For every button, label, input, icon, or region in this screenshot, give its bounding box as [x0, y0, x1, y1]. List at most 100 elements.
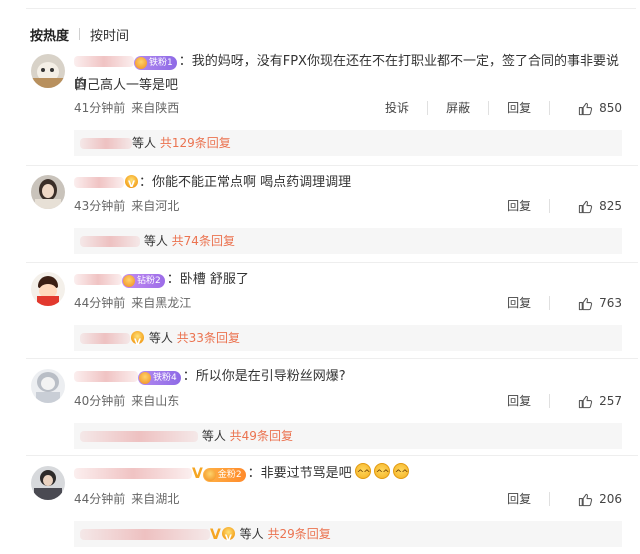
- reply-button[interactable]: 回复: [507, 100, 531, 116]
- comment-text-continued: 自己高人一等是吧: [74, 78, 179, 93]
- verified-v-icon: V: [192, 466, 203, 482]
- vip-icon: [131, 330, 144, 356]
- like-button[interactable]: 206: [578, 491, 622, 507]
- comment-text: ：卧槽 舒服了: [166, 272, 249, 287]
- comment-time: 44分钟前: [74, 492, 126, 506]
- reply-count-link[interactable]: 共49条回复: [230, 429, 293, 443]
- reply-username: [80, 333, 130, 344]
- fan-badge: 铁粉4: [138, 371, 181, 385]
- comment-actions: 回复 763: [489, 295, 622, 311]
- comment-text-line-2: 自己高人一等是吧: [74, 74, 626, 97]
- like-count: 206: [599, 492, 622, 506]
- comment-text-line: V 金粉2 ：非要过节骂是吧: [74, 462, 626, 486]
- reply-button[interactable]: 回复: [507, 393, 531, 409]
- comment-meta: 44分钟前 来自湖北: [74, 491, 185, 507]
- comment-location: 来自山东: [131, 394, 180, 408]
- comment-location: 来自陕西: [131, 101, 180, 115]
- comment-divider: [26, 358, 638, 359]
- reply-button[interactable]: 回复: [507, 491, 531, 507]
- action-separator: [549, 394, 551, 408]
- comment-location: 来自湖北: [131, 492, 180, 506]
- action-separator: [488, 101, 490, 115]
- action-separator: [549, 101, 551, 115]
- comment-text: ：你能不能正常点啊 喝点药调理调理: [139, 175, 352, 190]
- reply-summary[interactable]: 等人 共49条回复: [74, 423, 622, 449]
- action-separator: [549, 492, 551, 506]
- top-divider: [26, 8, 636, 9]
- thumbs-up-icon: [578, 102, 593, 115]
- comment-actions: 回复 206: [489, 491, 622, 507]
- like-button[interactable]: 763: [578, 295, 622, 311]
- avatar[interactable]: [31, 272, 65, 306]
- fan-badge: 钻粉2: [122, 274, 165, 288]
- comment-time: 44分钟前: [74, 296, 126, 310]
- reply-count-link[interactable]: 共129条回复: [160, 136, 231, 150]
- avatar[interactable]: [31, 466, 65, 500]
- comment-meta: 43分钟前 来自河北: [74, 198, 185, 214]
- comment-text: ：所以你是在引导粉丝网爆?: [182, 369, 346, 384]
- smile-emoji-icon: [354, 463, 371, 486]
- reply-summary[interactable]: 等人 共74条回复: [74, 228, 622, 254]
- comment-time: 41分钟前: [74, 101, 126, 115]
- reply-username: [80, 236, 140, 247]
- thumbs-up-icon: [578, 297, 593, 310]
- fan-badge: 铁粉1: [134, 56, 177, 70]
- reply-summary[interactable]: V 等人 共29条回复: [74, 521, 622, 552]
- avatar[interactable]: [31, 175, 65, 209]
- reply-username: [80, 529, 210, 540]
- comment-meta: 44分钟前 来自黑龙江: [74, 295, 197, 311]
- reply-prefix: 等人: [148, 331, 173, 345]
- reply-button[interactable]: 回复: [507, 295, 531, 311]
- like-count: 850: [599, 101, 622, 115]
- comment-location: 来自黑龙江: [131, 296, 192, 310]
- like-count: 825: [599, 199, 622, 213]
- reply-count-link[interactable]: 共29条回复: [268, 527, 331, 541]
- action-separator: [427, 101, 429, 115]
- vip-icon: [221, 526, 235, 552]
- thumbs-up-icon: [578, 200, 593, 213]
- comment-divider: [26, 455, 638, 456]
- thumbs-up-icon: [578, 395, 593, 408]
- sort-separator: [79, 28, 81, 40]
- comment-actions: 回复 257: [489, 393, 622, 409]
- like-count: 763: [599, 296, 622, 310]
- comment-meta: 41分钟前 来自陕西: [74, 100, 185, 116]
- block-button[interactable]: 屏蔽: [446, 100, 470, 116]
- reply-count-link[interactable]: 共33条回复: [177, 331, 240, 345]
- like-button[interactable]: 850: [578, 100, 622, 116]
- comment-actions: 投诉 屏蔽 回复 850: [367, 100, 622, 116]
- username[interactable]: [74, 371, 138, 382]
- sort-tabs: 按热度 按时间: [30, 24, 129, 44]
- reply-prefix: 等人: [239, 527, 264, 541]
- comment-divider: [26, 165, 638, 166]
- sort-by-hot-tab[interactable]: 按热度: [30, 25, 69, 44]
- action-separator: [549, 199, 551, 213]
- username[interactable]: [74, 274, 122, 285]
- like-button[interactable]: 257: [578, 393, 622, 409]
- avatar[interactable]: [31, 54, 65, 88]
- username[interactable]: [74, 468, 192, 479]
- avatar[interactable]: [31, 369, 65, 403]
- username[interactable]: [74, 56, 134, 67]
- username[interactable]: [74, 177, 124, 188]
- comment-location: 来自河北: [131, 199, 180, 213]
- reply-username: [80, 138, 132, 149]
- reply-username: [80, 431, 198, 442]
- comment-meta: 40分钟前 来自山东: [74, 393, 185, 409]
- report-button[interactable]: 投诉: [385, 100, 409, 116]
- reply-summary[interactable]: 等人 共33条回复: [74, 325, 622, 356]
- reply-count-link[interactable]: 共74条回复: [172, 234, 235, 248]
- thumbs-up-icon: [578, 493, 593, 506]
- reply-button[interactable]: 回复: [507, 198, 531, 214]
- reply-prefix: 等人: [201, 429, 226, 443]
- reply-summary[interactable]: 等人 共129条回复: [74, 130, 622, 156]
- like-count: 257: [599, 394, 622, 408]
- vip-icon: [125, 174, 138, 197]
- comment-text: ：非要过节骂是吧: [247, 466, 352, 481]
- smile-emoji-icon: [373, 463, 390, 486]
- like-button[interactable]: 825: [578, 198, 622, 214]
- comment-time: 43分钟前: [74, 199, 126, 213]
- comment-text-line: ：你能不能正常点啊 喝点药调理调理: [74, 171, 626, 197]
- sort-by-time-tab[interactable]: 按时间: [90, 25, 129, 44]
- comment-text-line: 铁粉4 ：所以你是在引导粉丝网爆?: [74, 365, 626, 388]
